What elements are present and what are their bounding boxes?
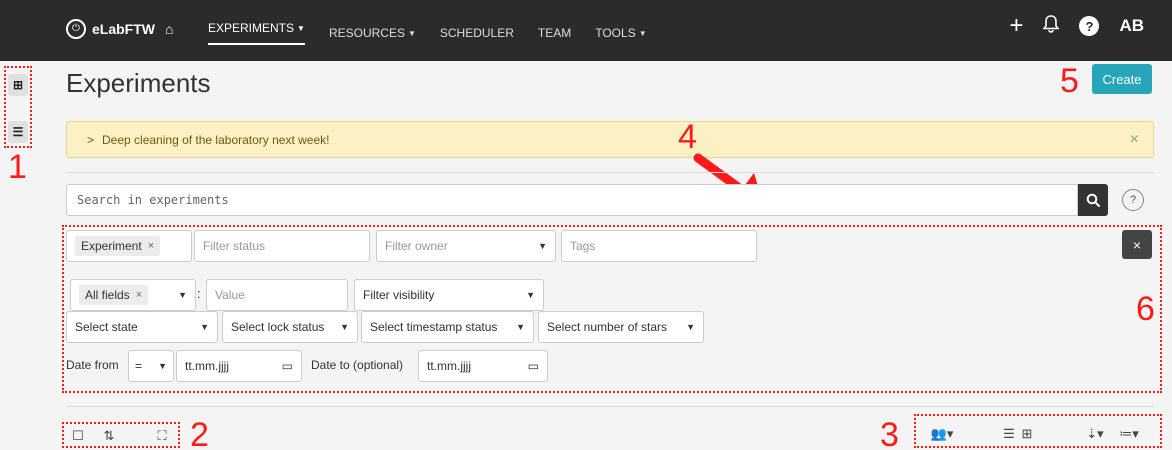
page-title: Experiments — [66, 68, 211, 98]
nav-resources[interactable]: RESOURCES ▼ — [329, 21, 416, 45]
select-all-checkbox-icon[interactable]: ☐ — [70, 428, 86, 444]
date-from-placeholder: tt.mm.jjjj — [185, 359, 229, 373]
scope-users-icon[interactable]: 👥▾ — [924, 426, 960, 442]
main-nav: EXPERIMENTS ▼ RESOURCES ▼ SCHEDULER TEAM T… — [208, 21, 647, 45]
fields-chip: All fields × — [79, 285, 149, 305]
search-button[interactable] — [1078, 184, 1108, 216]
caret-down-icon: ▼ — [200, 322, 209, 332]
caret-down-icon: ▼ — [340, 322, 349, 332]
elabftw-logo-icon: ⏻ — [66, 19, 86, 39]
nav-experiments-label: EXPERIMENTS — [208, 21, 295, 35]
caret-down-icon: ▼ — [158, 361, 167, 371]
date-to-placeholder: tt.mm.jjjj — [427, 359, 471, 373]
date-from-input[interactable]: tt.mm.jjjj ▭ — [176, 350, 302, 382]
plus-icon[interactable]: + — [1009, 14, 1023, 38]
timestamp-filter[interactable]: Select timestamp status ▼ — [361, 311, 534, 343]
search-icon — [1086, 193, 1100, 207]
table-view-icon[interactable]: ⊞ — [1018, 426, 1036, 442]
divider — [66, 406, 1154, 407]
visibility-filter[interactable]: Filter visibility ▼ — [354, 279, 544, 311]
date-to-input[interactable]: tt.mm.jjjj ▭ — [418, 350, 548, 382]
lock-filter-placeholder: Select lock status — [231, 320, 325, 334]
chevron-right-icon[interactable]: > — [87, 133, 94, 147]
nav-resources-label: RESOURCES — [328, 26, 405, 40]
tags-filter-placeholder: Tags — [570, 239, 596, 253]
annotation-number-4: 4 — [678, 118, 697, 156]
search-help-icon[interactable]: ? — [1122, 189, 1144, 211]
clear-filters-button[interactable]: × — [1122, 230, 1152, 259]
remove-icon[interactable]: × — [148, 240, 154, 252]
state-filter[interactable]: Select state ▼ — [66, 311, 218, 343]
value-input-placeholder: Value — [215, 288, 245, 302]
date-operator-select[interactable]: = ▼ — [128, 350, 174, 382]
caret-down-icon: ▼ — [638, 28, 647, 38]
top-navbar: ⏻ eLabFTW ⌂ EXPERIMENTS ▼ RESOURCES ▼ SCHE… — [0, 0, 1172, 61]
date-operator-value: = — [135, 359, 143, 373]
brand[interactable]: ⏻ eLabFTW ⌂ — [66, 17, 173, 41]
category-chip-label: Experiment — [81, 239, 142, 253]
nav-experiments[interactable]: EXPERIMENTS ▼ — [208, 21, 305, 45]
tags-filter[interactable]: Tags — [561, 230, 757, 262]
caret-down-icon: ▼ — [407, 28, 416, 38]
nav-scheduler[interactable]: SCHEDULER — [440, 21, 514, 45]
caret-down-icon: ▼ — [538, 241, 547, 251]
nav-scheduler-label: SCHEDULER — [439, 26, 514, 40]
date-from-label: Date from — [66, 358, 119, 372]
visibility-filter-placeholder: Filter visibility — [363, 288, 435, 302]
fields-chip-label: All fields — [85, 288, 130, 302]
announcement-alert: > Deep cleaning of the laboratory next w… — [66, 121, 1154, 158]
avatar[interactable]: AB — [1119, 16, 1144, 36]
close-icon[interactable]: × — [1130, 131, 1139, 149]
status-filter-placeholder: Filter status — [203, 239, 266, 253]
divider — [66, 172, 1154, 173]
nav-tools[interactable]: TOOLS ▼ — [595, 21, 646, 45]
value-input[interactable]: Value — [206, 279, 348, 311]
stars-filter-placeholder: Select number of stars — [547, 320, 668, 334]
owner-filter-placeholder: Filter owner — [385, 239, 448, 253]
search-input[interactable] — [66, 184, 1078, 216]
annotation-number-6: 6 — [1136, 290, 1155, 328]
date-to-label: Date to (optional) — [311, 358, 404, 372]
bell-icon[interactable] — [1042, 14, 1061, 38]
nav-tools-label: TOOLS — [595, 26, 636, 40]
caret-down-icon: ▼ — [178, 290, 187, 300]
annotation-box-1 — [4, 66, 32, 148]
annotation-number-5: 5 — [1060, 62, 1079, 100]
alert-text: Deep cleaning of the laboratory next wee… — [102, 132, 330, 147]
help-icon[interactable]: ? — [1079, 16, 1100, 36]
expand-collapse-icon[interactable]: ⇅ — [100, 428, 118, 444]
nav-team[interactable]: TEAM — [538, 21, 571, 45]
state-filter-placeholder: Select state — [75, 320, 138, 334]
list-view-icon[interactable]: ☰ — [1000, 426, 1018, 442]
timestamp-filter-placeholder: Select timestamp status — [370, 320, 498, 334]
field-value-separator: : — [197, 286, 201, 301]
limit-list-icon[interactable]: ≔▾ — [1116, 426, 1142, 442]
calendar-icon[interactable]: ▭ — [282, 359, 293, 373]
category-chip: Experiment × — [75, 236, 161, 256]
caret-down-icon: ▼ — [526, 290, 535, 300]
stars-filter[interactable]: Select number of stars ▼ — [538, 311, 704, 343]
annotation-number-2: 2 — [190, 416, 209, 450]
caret-down-icon: ▼ — [686, 322, 695, 332]
caret-down-icon: ▼ — [516, 322, 525, 332]
navbar-actions: + ? AB — [1009, 14, 1144, 38]
status-filter[interactable]: Filter status — [194, 230, 370, 262]
lock-filter[interactable]: Select lock status ▼ — [222, 311, 358, 343]
fullscreen-icon[interactable]: ⛶ — [154, 428, 170, 444]
calendar-icon[interactable]: ▭ — [528, 359, 539, 373]
remove-icon[interactable]: × — [136, 289, 142, 301]
caret-down-icon: ▼ — [297, 23, 305, 33]
annotation-number-1: 1 — [8, 148, 27, 186]
nav-team-label: TEAM — [537, 26, 572, 40]
search-fields-select[interactable]: All fields × ▼ — [70, 279, 196, 311]
sort-order-icon[interactable]: ⇣▾ — [1082, 426, 1108, 442]
create-button[interactable]: Create — [1092, 64, 1152, 94]
owner-filter[interactable]: Filter owner ▼ — [376, 230, 556, 262]
brand-name: eLabFTW — [92, 21, 155, 37]
home-icon[interactable]: ⌂ — [165, 21, 173, 37]
category-filter[interactable]: Experiment × — [66, 230, 192, 262]
annotation-number-3: 3 — [880, 416, 899, 450]
